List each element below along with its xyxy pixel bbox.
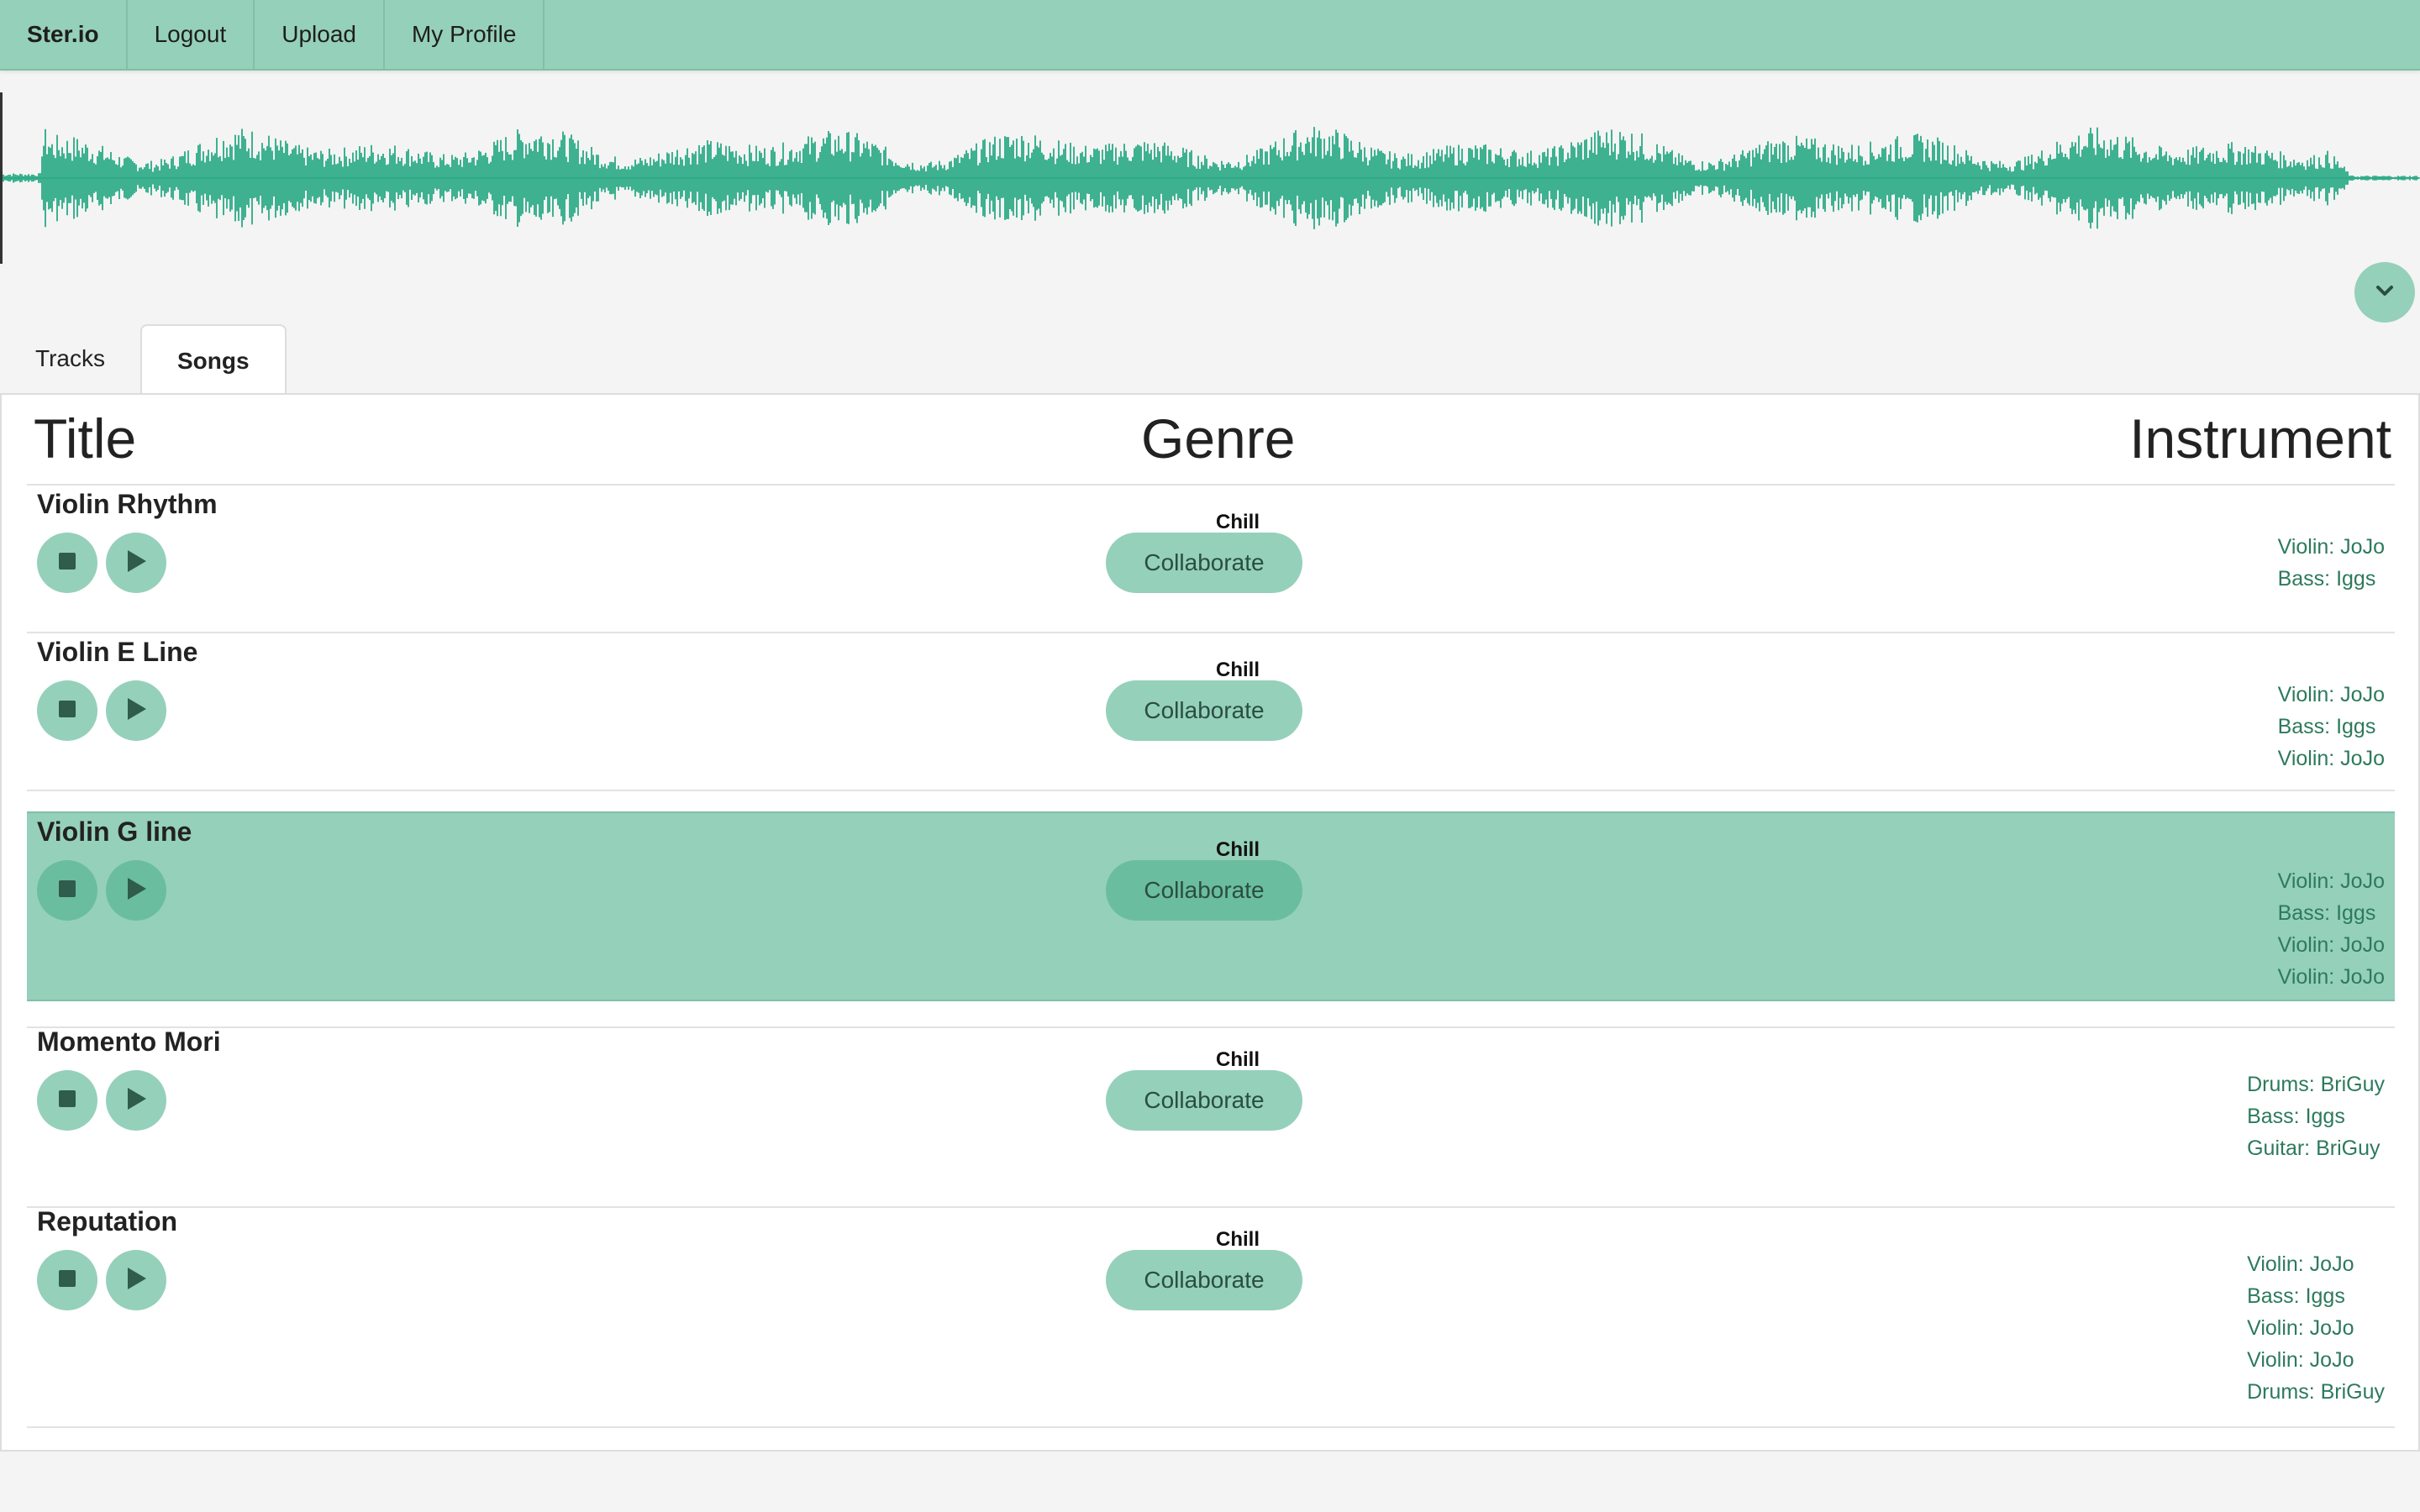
instrument-list: Violin: JoJo Bass: Iggs xyxy=(2278,531,2385,595)
play-icon xyxy=(124,1086,148,1116)
instrument-credit-link[interactable]: Violin: JoJo xyxy=(2278,743,2385,774)
audio-waveform[interactable] xyxy=(0,92,2420,264)
play-button[interactable] xyxy=(106,1250,166,1310)
stop-icon xyxy=(57,551,77,575)
instrument-credit-link[interactable]: Violin: JoJo xyxy=(2278,865,2385,897)
upload-link[interactable]: Upload xyxy=(255,0,385,69)
song-genre: Chill xyxy=(1216,659,1260,681)
instrument-credit-link[interactable]: Violin: JoJo xyxy=(2247,1344,2385,1376)
instrument-credit-link[interactable]: Violin: JoJo xyxy=(2247,1312,2385,1344)
play-button[interactable] xyxy=(106,1070,166,1131)
instrument-list: Violin: JoJo Bass: Iggs Violin: JoJo Violin… xyxy=(2278,865,2385,993)
stop-button[interactable] xyxy=(37,860,97,921)
song-genre: Chill xyxy=(1216,838,1260,861)
collaborate-button[interactable]: Collaborate xyxy=(1106,860,1302,921)
waveform-path xyxy=(1,127,2419,229)
instrument-list: Violin: JoJo Bass: Iggs Violin: JoJo Violin… xyxy=(2247,1248,2385,1408)
song-title: Reputation xyxy=(37,1206,178,1236)
song-row[interactable]: Momento Mori Chill Collaborate Drums: Br… xyxy=(27,1023,2395,1183)
stop-icon xyxy=(57,699,77,723)
instrument-credit-link[interactable]: Bass: Iggs xyxy=(2247,1100,2385,1132)
play-button[interactable] xyxy=(106,680,166,741)
song-row[interactable]: Reputation Chill Collaborate Violin: JoJ… xyxy=(27,1203,2395,1423)
stop-button[interactable] xyxy=(37,1070,97,1131)
song-row[interactable]: Violin E Line Chill Collaborate Violin: … xyxy=(27,633,2395,791)
top-navbar: Ster.io Logout Upload My Profile xyxy=(0,0,2420,71)
song-row[interactable]: Violin Rhythm Chill Collaborate Violin: … xyxy=(27,486,2395,605)
play-button[interactable] xyxy=(106,533,166,593)
instrument-column-header: Instrument xyxy=(2129,407,2391,470)
collaborate-button[interactable]: Collaborate xyxy=(1106,1070,1302,1131)
song-genre: Chill xyxy=(1216,1228,1260,1251)
my-profile-link[interactable]: My Profile xyxy=(385,0,545,69)
playback-controls xyxy=(37,860,166,921)
collapse-player-button[interactable] xyxy=(2354,262,2415,323)
instrument-credit-link[interactable]: Violin: JoJo xyxy=(2278,679,2385,711)
instrument-credit-link[interactable]: Drums: BriGuy xyxy=(2247,1376,2385,1408)
playback-controls xyxy=(37,1250,166,1310)
songs-table-header: Title Genre Instrument xyxy=(2,395,2420,486)
instrument-list: Violin: JoJo Bass: Iggs Violin: JoJo xyxy=(2278,679,2385,774)
waveform-graphic xyxy=(0,127,2420,229)
playback-controls xyxy=(37,1070,166,1131)
play-icon xyxy=(124,696,148,726)
row-divider xyxy=(27,1426,2395,1428)
instrument-list: Drums: BriGuy Bass: Iggs Guitar: BriGuy xyxy=(2247,1068,2385,1164)
collaborate-button[interactable]: Collaborate xyxy=(1106,533,1302,593)
song-title: Violin Rhythm xyxy=(37,489,218,519)
tab-songs[interactable]: Songs xyxy=(139,324,287,396)
collaborate-button[interactable]: Collaborate xyxy=(1106,680,1302,741)
tab-bar: Tracks Songs xyxy=(0,323,287,396)
stop-button[interactable] xyxy=(37,533,97,593)
play-button[interactable] xyxy=(106,860,166,921)
playback-controls xyxy=(37,680,166,741)
song-title: Violin E Line xyxy=(37,637,198,667)
play-icon xyxy=(124,549,148,578)
song-title: Violin G line xyxy=(37,816,192,847)
instrument-credit-link[interactable]: Bass: Iggs xyxy=(2278,711,2385,743)
instrument-credit-link[interactable]: Violin: JoJo xyxy=(2278,531,2385,563)
collaborate-button[interactable]: Collaborate xyxy=(1106,1250,1302,1310)
instrument-credit-link[interactable]: Bass: Iggs xyxy=(2278,897,2385,929)
song-title: Momento Mori xyxy=(37,1026,221,1057)
stop-button[interactable] xyxy=(37,680,97,741)
chevron-down-icon xyxy=(2375,284,2395,302)
instrument-credit-link[interactable]: Guitar: BriGuy xyxy=(2247,1132,2385,1164)
instrument-credit-link[interactable]: Violin: JoJo xyxy=(2247,1248,2385,1280)
instrument-credit-link[interactable]: Drums: BriGuy xyxy=(2247,1068,2385,1100)
title-column-header: Title xyxy=(34,407,137,470)
stop-icon xyxy=(57,1268,77,1293)
playback-controls xyxy=(37,533,166,593)
song-genre: Chill xyxy=(1216,511,1260,533)
tab-tracks[interactable]: Tracks xyxy=(0,323,140,395)
play-icon xyxy=(124,1266,148,1295)
song-genre: Chill xyxy=(1216,1048,1260,1071)
instrument-credit-link[interactable]: Bass: Iggs xyxy=(2247,1280,2385,1312)
playhead-cursor[interactable] xyxy=(0,92,3,264)
instrument-credit-link[interactable]: Violin: JoJo xyxy=(2278,929,2385,961)
genre-column-header: Genre xyxy=(1141,407,1296,470)
stop-icon xyxy=(57,1089,77,1113)
stop-icon xyxy=(57,879,77,903)
brand-link[interactable]: Ster.io xyxy=(0,0,128,69)
instrument-credit-link[interactable]: Violin: JoJo xyxy=(2278,961,2385,993)
play-icon xyxy=(124,876,148,906)
logout-link[interactable]: Logout xyxy=(128,0,255,69)
songs-panel: Title Genre Instrument Violin Rhythm Chi… xyxy=(0,393,2420,1452)
stop-button[interactable] xyxy=(37,1250,97,1310)
instrument-credit-link[interactable]: Bass: Iggs xyxy=(2278,563,2385,595)
song-row[interactable]: Violin G line Chill Collaborate Violin: … xyxy=(27,811,2395,1001)
